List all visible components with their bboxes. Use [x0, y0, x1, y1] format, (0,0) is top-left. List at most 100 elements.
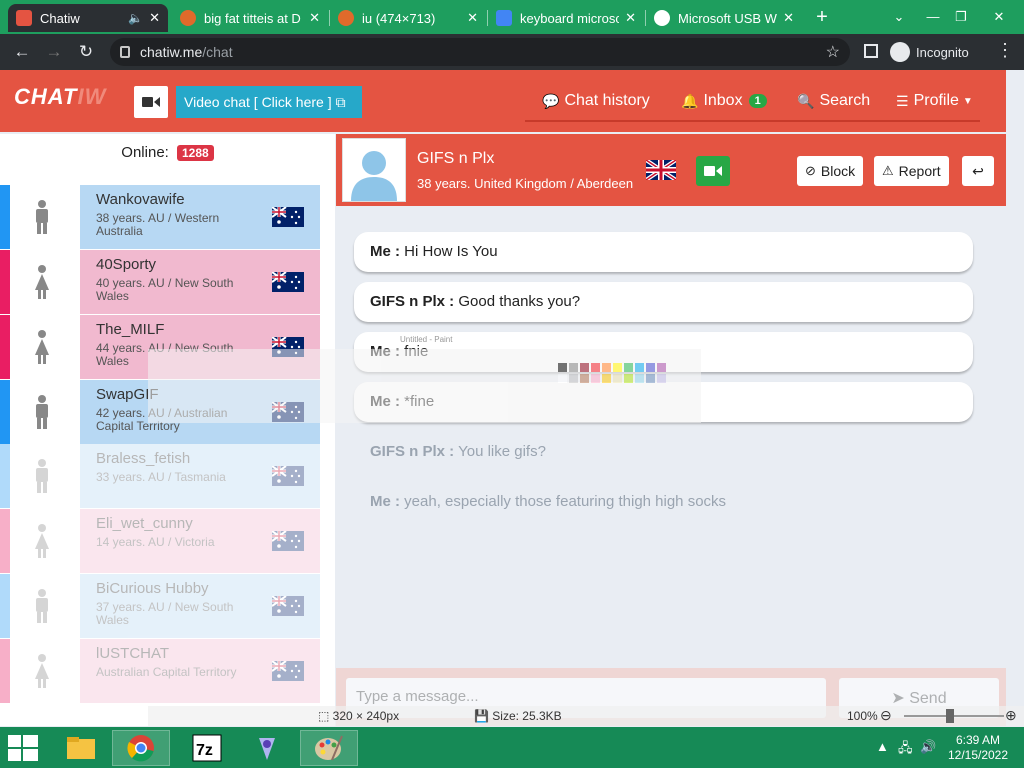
- user-info: Australian Capital Territory: [96, 665, 237, 679]
- tray-overflow-icon[interactable]: ▲: [876, 739, 889, 754]
- user-card[interactable]: Eli_wet_cunny 14 years. AU / Victoria: [80, 509, 320, 573]
- close-tab-icon[interactable]: ✕: [625, 10, 636, 26]
- back-to-list-button[interactable]: ↩: [962, 156, 994, 186]
- incognito-label: Incognito: [916, 44, 969, 60]
- disk-icon: 💾: [474, 709, 493, 723]
- user-row[interactable]: 40Sporty 40 years. AU / New South Wales: [0, 250, 320, 314]
- user-row[interactable]: Wankovawife 38 years. AU / Western Austra…: [0, 185, 320, 249]
- color-swatch[interactable]: [635, 374, 644, 383]
- close-tab-icon[interactable]: ✕: [149, 10, 160, 26]
- reload-icon[interactable]: ↻: [74, 40, 98, 64]
- color-swatch[interactable]: [591, 363, 600, 372]
- minimize-icon[interactable]: —: [918, 6, 948, 28]
- color-swatch[interactable]: [613, 374, 622, 383]
- system-clock[interactable]: 6:39 AM 12/15/2022: [938, 733, 1018, 763]
- incognito-indicator[interactable]: Incognito: [890, 40, 969, 64]
- browser-menu-icon[interactable]: ⋮: [996, 40, 1014, 61]
- side-panel-icon[interactable]: [864, 44, 878, 58]
- color-swatch[interactable]: [558, 363, 567, 372]
- color-swatch[interactable]: [602, 374, 611, 383]
- speaker-icon[interactable]: 🔈: [128, 11, 143, 25]
- close-tab-icon[interactable]: ✕: [467, 10, 478, 26]
- color-swatch[interactable]: [569, 363, 578, 372]
- video-chat-button[interactable]: Video chat [ Click here ] ⧉: [176, 86, 362, 118]
- color-swatch[interactable]: [613, 363, 622, 372]
- warning-icon: ⚠: [882, 163, 894, 178]
- user-card[interactable]: Braless_fetish 33 years. AU / Tasmania: [80, 444, 320, 508]
- bookmark-star-icon[interactable]: ☆: [826, 42, 840, 62]
- nav-profile[interactable]: ☰ Profile ▼: [896, 92, 973, 110]
- color-swatch[interactable]: [580, 374, 589, 383]
- taskbar-7zip[interactable]: 7z: [178, 730, 236, 766]
- color-swatch[interactable]: [646, 374, 655, 383]
- female-user-icon: [35, 265, 49, 299]
- gender-stripe: [0, 250, 10, 314]
- block-button[interactable]: ⊘ Block: [797, 156, 864, 186]
- color-swatch[interactable]: [624, 374, 633, 383]
- nav-search[interactable]: 🔍 Search: [797, 92, 870, 110]
- browser-tab-2[interactable]: big fat titteis at D ✕: [172, 4, 328, 32]
- color-swatch[interactable]: [580, 363, 589, 372]
- color-swatch[interactable]: [569, 374, 578, 383]
- volume-icon[interactable]: 🔊: [920, 739, 936, 755]
- close-tab-icon[interactable]: ✕: [309, 10, 320, 26]
- message-sender: GIFS n Plx :: [370, 443, 455, 460]
- report-button[interactable]: ⚠ Report: [874, 156, 949, 186]
- forward-icon[interactable]: →: [42, 40, 66, 64]
- partner-avatar[interactable]: [342, 138, 406, 202]
- user-row[interactable]: Braless_fetish 33 years. AU / Tasmania: [0, 444, 320, 508]
- color-swatch[interactable]: [657, 374, 666, 383]
- address-bar[interactable]: chatiw.me/chat ☆: [110, 38, 850, 66]
- taskbar-paint[interactable]: [300, 730, 358, 766]
- user-row[interactable]: lUSTCHAT Australian Capital Territory: [0, 639, 320, 703]
- tab-title: Microsoft USB W: [678, 10, 777, 26]
- user-card[interactable]: Wankovawife 38 years. AU / Western Austra…: [80, 185, 320, 249]
- video-camera-icon: [704, 166, 722, 176]
- chat-bubbles-icon: 💬: [542, 92, 560, 109]
- close-tab-icon[interactable]: ✕: [783, 10, 794, 26]
- paint-palette-icon: [315, 735, 343, 761]
- zoom-in-icon[interactable]: ⊕: [1005, 707, 1017, 724]
- taskbar-snipping[interactable]: [238, 730, 296, 766]
- windows-start-icon[interactable]: [8, 735, 38, 761]
- nav-chat-history[interactable]: 💬 Chat history: [542, 92, 650, 110]
- user-card[interactable]: 40Sporty 40 years. AU / New South Wales: [80, 250, 320, 314]
- browser-tab-3[interactable]: iu (474×713) ✕: [330, 4, 486, 32]
- color-swatch[interactable]: [624, 363, 633, 372]
- network-icon[interactable]: 🖧: [898, 739, 913, 761]
- user-row[interactable]: Eli_wet_cunny 14 years. AU / Victoria: [0, 509, 320, 573]
- close-window-icon[interactable]: ✕: [984, 6, 1014, 28]
- nav-search-label: Search: [819, 92, 871, 109]
- user-card[interactable]: lUSTCHAT Australian Capital Territory: [80, 639, 320, 703]
- browser-tab-4[interactable]: keyboard microsc ✕: [488, 4, 644, 32]
- camera-button[interactable]: [134, 86, 168, 118]
- color-swatch[interactable]: [591, 374, 600, 383]
- browser-tab-chatiw[interactable]: Chatiw 🔈 ✕: [8, 4, 168, 32]
- tab-search-icon[interactable]: ⌄: [884, 6, 914, 28]
- chrome-icon: [127, 735, 154, 762]
- back-icon[interactable]: ←: [10, 40, 34, 64]
- gender-stripe: [0, 185, 10, 249]
- color-swatch[interactable]: [558, 374, 567, 383]
- zoom-slider-track[interactable]: [904, 715, 1004, 717]
- partner-name[interactable]: GIFS n Plx: [417, 150, 494, 168]
- site-logo[interactable]: CHATIW: [14, 84, 106, 110]
- color-swatch[interactable]: [635, 363, 644, 372]
- default-avatar-icon: [351, 151, 397, 201]
- nav-inbox[interactable]: 🔔 Inbox 1: [681, 92, 767, 110]
- browser-tab-5[interactable]: Microsoft USB W ✕: [646, 4, 802, 32]
- start-video-button[interactable]: [696, 156, 730, 186]
- zoom-out-icon[interactable]: ⊖: [880, 707, 892, 724]
- color-swatch[interactable]: [646, 363, 655, 372]
- zoom-slider-thumb[interactable]: [946, 709, 954, 723]
- color-swatch[interactable]: [602, 363, 611, 372]
- user-card[interactable]: BiCurious Hubby 37 years. AU / New South …: [80, 574, 320, 638]
- incognito-icon: [890, 42, 910, 62]
- color-swatch[interactable]: [657, 363, 666, 372]
- new-tab-icon[interactable]: +: [810, 6, 834, 30]
- user-name: Wankovawife: [96, 191, 185, 208]
- user-row[interactable]: BiCurious Hubby 37 years. AU / New South …: [0, 574, 320, 638]
- taskbar-file-explorer[interactable]: [52, 730, 110, 766]
- restore-icon[interactable]: ❐: [946, 6, 976, 28]
- taskbar-chrome[interactable]: [112, 730, 170, 766]
